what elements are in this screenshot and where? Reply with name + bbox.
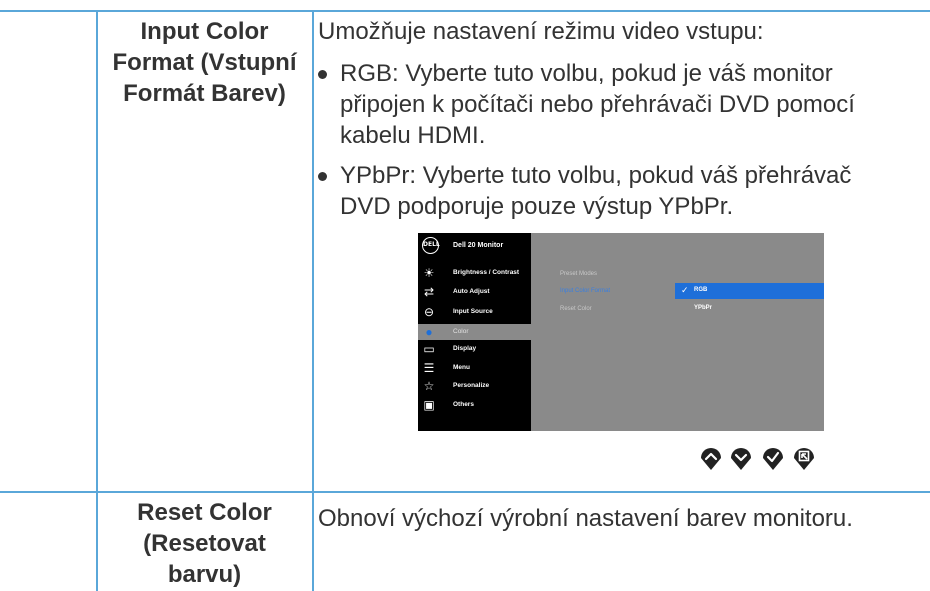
- osd-menu-label: Others: [453, 401, 474, 408]
- bullet-line: YPbPr: Vyberte tuto volbu, pokud váš pře…: [340, 162, 852, 189]
- bullet-text: YPbPr: Vyberte tuto volbu, pokud váš pře…: [340, 160, 900, 222]
- osd-menu-label: Menu: [453, 364, 470, 371]
- brightness-icon: ☀: [423, 266, 435, 280]
- table-row-divider: [0, 491, 930, 493]
- input-source-icon: ⊖: [423, 305, 435, 319]
- down-button-icon[interactable]: [730, 445, 752, 471]
- row-description: Obnoví výchozí výrobní nastavení barev m…: [318, 505, 853, 532]
- table-col-rule-2: [312, 10, 314, 591]
- osd-setting-preset-modes[interactable]: Preset Modes: [560, 271, 597, 277]
- osd-option-ypbpr[interactable]: YPbPr: [675, 301, 824, 317]
- osd-menu-label: Brightness / Contrast: [453, 269, 520, 276]
- menu-icon: ☰: [423, 361, 435, 375]
- up-button-icon[interactable]: [700, 445, 722, 471]
- bullet-line: připojen k počítači nebo přehrávači DVD …: [340, 91, 855, 118]
- osd-menu-item-others[interactable]: ▣ Others: [418, 397, 531, 413]
- osd-menu-item-personalize[interactable]: ☆ Personalize: [418, 378, 531, 394]
- osd-setting-input-color-format[interactable]: Input Color Format: [560, 288, 610, 294]
- others-icon: ▣: [423, 398, 435, 412]
- osd-setting-reset-color[interactable]: Reset Color: [560, 306, 592, 312]
- bullet-line: DVD podporuje pouze výstup YPbPr.: [340, 193, 734, 220]
- personalize-icon: ☆: [423, 379, 435, 393]
- table-top-rule: [0, 10, 930, 12]
- label-line: Formát Barev): [123, 80, 286, 107]
- ok-button-icon[interactable]: [762, 445, 784, 471]
- bullet-text: RGB: Vyberte tuto volbu, pokud je váš mo…: [340, 58, 900, 151]
- osd-menu-label: Color: [453, 328, 469, 335]
- color-icon: ●: [425, 325, 433, 339]
- osd-menu-item-display[interactable]: ▭ Display: [418, 341, 531, 357]
- osd-menu-label: Auto Adjust: [453, 288, 490, 295]
- auto-adjust-icon: ⇄: [423, 285, 435, 299]
- bullet-dot: [318, 172, 327, 181]
- osd-menu-label: Personalize: [453, 382, 490, 389]
- display-icon: ▭: [423, 342, 435, 356]
- dell-logo-icon: DELL: [422, 237, 440, 254]
- row-label-reset-color: Reset Color (Resetovat barvu): [97, 497, 312, 590]
- label-line: barvu): [167, 561, 242, 588]
- row-description: Umožňuje nastavení režimu video vstupu:: [318, 18, 764, 45]
- bullet-line: kabelu HDMI.: [340, 122, 486, 149]
- label-line: Format (Vstupní: [112, 49, 297, 76]
- back-button-icon[interactable]: [793, 445, 815, 471]
- osd-menu-label: Input Source: [453, 308, 493, 315]
- row-label-input-color-format: Input Color Format (Vstupní Formát Barev…: [97, 16, 312, 109]
- bullet-dot: [318, 70, 327, 79]
- osd-title: Dell 20 Monitor: [453, 242, 504, 249]
- osd-menu-item-menu[interactable]: ☰ Menu: [418, 360, 531, 376]
- osd-menu-item-brightness[interactable]: ☀ Brightness / Contrast: [418, 265, 531, 281]
- osd-menu-item-input-source[interactable]: ⊖ Input Source: [418, 304, 531, 320]
- label-line: Input Color: [140, 18, 269, 45]
- osd-option-label: RGB: [694, 287, 708, 293]
- osd-menu-panel: DELL Dell 20 Monitor ☀ Brightness / Cont…: [418, 233, 531, 431]
- osd-option-rgb[interactable]: ✓ RGB: [675, 283, 824, 299]
- osd-menu-item-color[interactable]: ● Color: [418, 324, 531, 340]
- osd-menu-label: Display: [453, 345, 477, 352]
- label-line: (Resetovat: [143, 530, 266, 557]
- osd-screenshot: DELL Dell 20 Monitor ☀ Brightness / Cont…: [418, 233, 824, 431]
- osd-menu-item-auto-adjust[interactable]: ⇄ Auto Adjust: [418, 284, 531, 300]
- label-line: Reset Color: [137, 499, 272, 526]
- bullet-line: RGB: Vyberte tuto volbu, pokud je váš mo…: [340, 60, 833, 87]
- check-icon: ✓: [681, 285, 689, 295]
- osd-option-label: YPbPr: [694, 305, 713, 311]
